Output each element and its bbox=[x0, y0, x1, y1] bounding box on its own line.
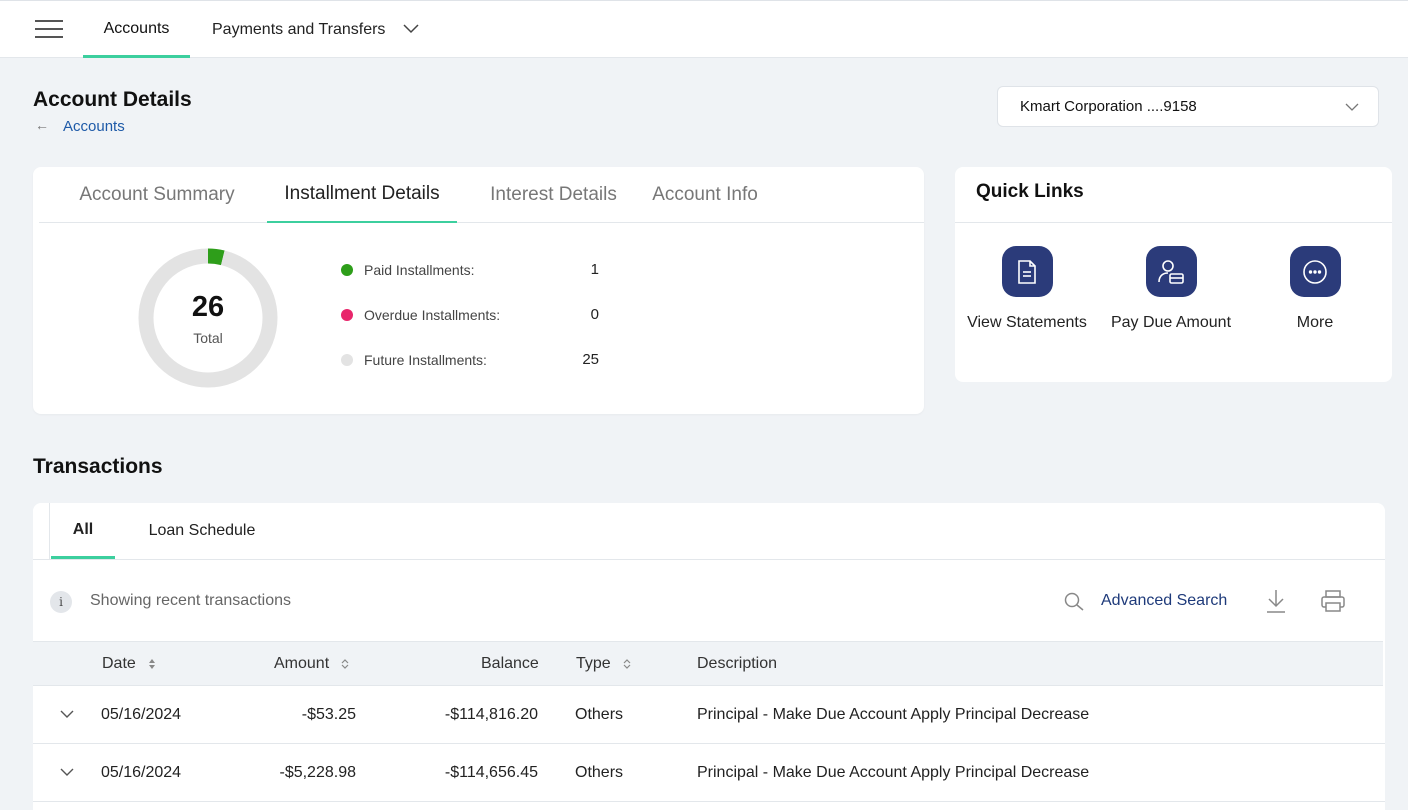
table-header: Date Amount Balance Type Description bbox=[33, 641, 1383, 686]
page-title: Account Details bbox=[33, 88, 192, 111]
quick-links-card: Quick Links View Statements Pay Due Amou… bbox=[955, 167, 1392, 382]
sort-icon[interactable] bbox=[148, 658, 156, 670]
chevron-down-icon[interactable] bbox=[59, 708, 75, 720]
quick-link-more[interactable]: More bbox=[1243, 246, 1387, 332]
sort-icon[interactable] bbox=[341, 658, 349, 670]
quick-link-label: More bbox=[1296, 314, 1334, 331]
document-icon bbox=[1001, 246, 1053, 297]
column-label: Amount bbox=[274, 655, 330, 672]
installments-total-label: Total bbox=[193, 330, 223, 346]
info-text: Showing recent transactions bbox=[90, 592, 291, 609]
tab-interest-details[interactable]: Interest Details bbox=[486, 167, 621, 223]
column-balance: Balance bbox=[481, 655, 539, 672]
user-card-icon bbox=[1145, 246, 1197, 297]
info-icon: i bbox=[50, 591, 72, 613]
quick-link-view-statements[interactable]: View Statements bbox=[955, 246, 1099, 332]
column-date[interactable]: Date bbox=[102, 642, 156, 686]
menu-icon[interactable] bbox=[35, 20, 63, 38]
tab-account-summary[interactable]: Account Summary bbox=[77, 167, 237, 223]
quick-link-label: View Statements bbox=[967, 314, 1087, 331]
cell-date: 05/16/2024 bbox=[101, 706, 182, 723]
tab-loan-schedule[interactable]: Loan Schedule bbox=[137, 503, 267, 559]
divider bbox=[955, 222, 1392, 223]
sort-icon[interactable] bbox=[623, 658, 631, 670]
search-icon[interactable] bbox=[1063, 591, 1085, 613]
column-description: Description bbox=[697, 655, 778, 672]
column-label: Date bbox=[102, 655, 136, 672]
tab-all[interactable]: All bbox=[51, 503, 115, 559]
cell-date: 05/16/2024 bbox=[101, 764, 182, 781]
transactions-tabs: All Loan Schedule bbox=[33, 503, 1385, 560]
column-type[interactable]: Type bbox=[576, 642, 631, 686]
print-icon[interactable] bbox=[1320, 589, 1346, 613]
advanced-search-link[interactable]: Advanced Search bbox=[1101, 592, 1227, 610]
back-arrow-icon[interactable]: ← bbox=[35, 117, 49, 133]
legend-value-future: 25 bbox=[582, 351, 599, 368]
more-icon bbox=[1289, 246, 1341, 297]
installment-card: Account Summary Installment Details Inte… bbox=[33, 167, 924, 414]
cell-description: Principal - Make Due Account Apply Princ… bbox=[697, 764, 1090, 781]
legend-value-paid: 1 bbox=[590, 261, 599, 278]
cell-type: Others bbox=[575, 764, 624, 781]
cell-balance: -$114,656.45 bbox=[444, 764, 538, 781]
top-nav: Accounts Payments and Transfers bbox=[0, 0, 1408, 58]
chevron-down-icon bbox=[1345, 103, 1359, 111]
table-row[interactable]: 05/16/2024 -$53.25 -$114,816.20 Others P… bbox=[33, 686, 1385, 744]
account-selector-value: Kmart Corporation ....9158 bbox=[1020, 98, 1197, 115]
cell-balance: -$114,816.20 bbox=[444, 706, 538, 723]
transactions-title: Transactions bbox=[33, 455, 163, 478]
tab-account-info[interactable]: Account Info bbox=[651, 167, 759, 223]
transactions-card: All Loan Schedule i Showing recent trans… bbox=[33, 503, 1385, 810]
download-icon[interactable] bbox=[1265, 588, 1287, 614]
nav-tab-accounts[interactable]: Accounts bbox=[83, 1, 190, 58]
quick-link-pay-due-amount[interactable]: Pay Due Amount bbox=[1099, 246, 1243, 332]
tab-installment-details[interactable]: Installment Details bbox=[267, 167, 457, 223]
account-selector[interactable]: Kmart Corporation ....9158 bbox=[997, 86, 1379, 127]
table-row[interactable]: 05/16/2024 -$5,228.98 -$114,656.45 Other… bbox=[33, 744, 1385, 802]
chevron-down-icon[interactable] bbox=[59, 766, 75, 778]
quick-link-label: Pay Due Amount bbox=[1110, 314, 1232, 331]
cell-amount: -$53.25 bbox=[301, 706, 356, 723]
cell-type: Others bbox=[575, 706, 624, 723]
legend-value-overdue: 0 bbox=[590, 306, 599, 323]
account-tabs: Account Summary Installment Details Inte… bbox=[39, 167, 924, 223]
column-amount[interactable]: Amount bbox=[274, 642, 349, 686]
nav-tab-payments-and-transfers[interactable]: Payments and Transfers bbox=[212, 1, 385, 58]
breadcrumb-accounts-link[interactable]: Accounts bbox=[63, 118, 125, 135]
quick-links-title: Quick Links bbox=[976, 181, 1084, 202]
column-label: Type bbox=[576, 655, 611, 672]
chevron-down-icon[interactable] bbox=[402, 21, 420, 35]
cell-description: Principal - Make Due Account Apply Princ… bbox=[697, 706, 1090, 723]
divider bbox=[49, 503, 50, 559]
cell-amount: -$5,228.98 bbox=[279, 764, 356, 781]
